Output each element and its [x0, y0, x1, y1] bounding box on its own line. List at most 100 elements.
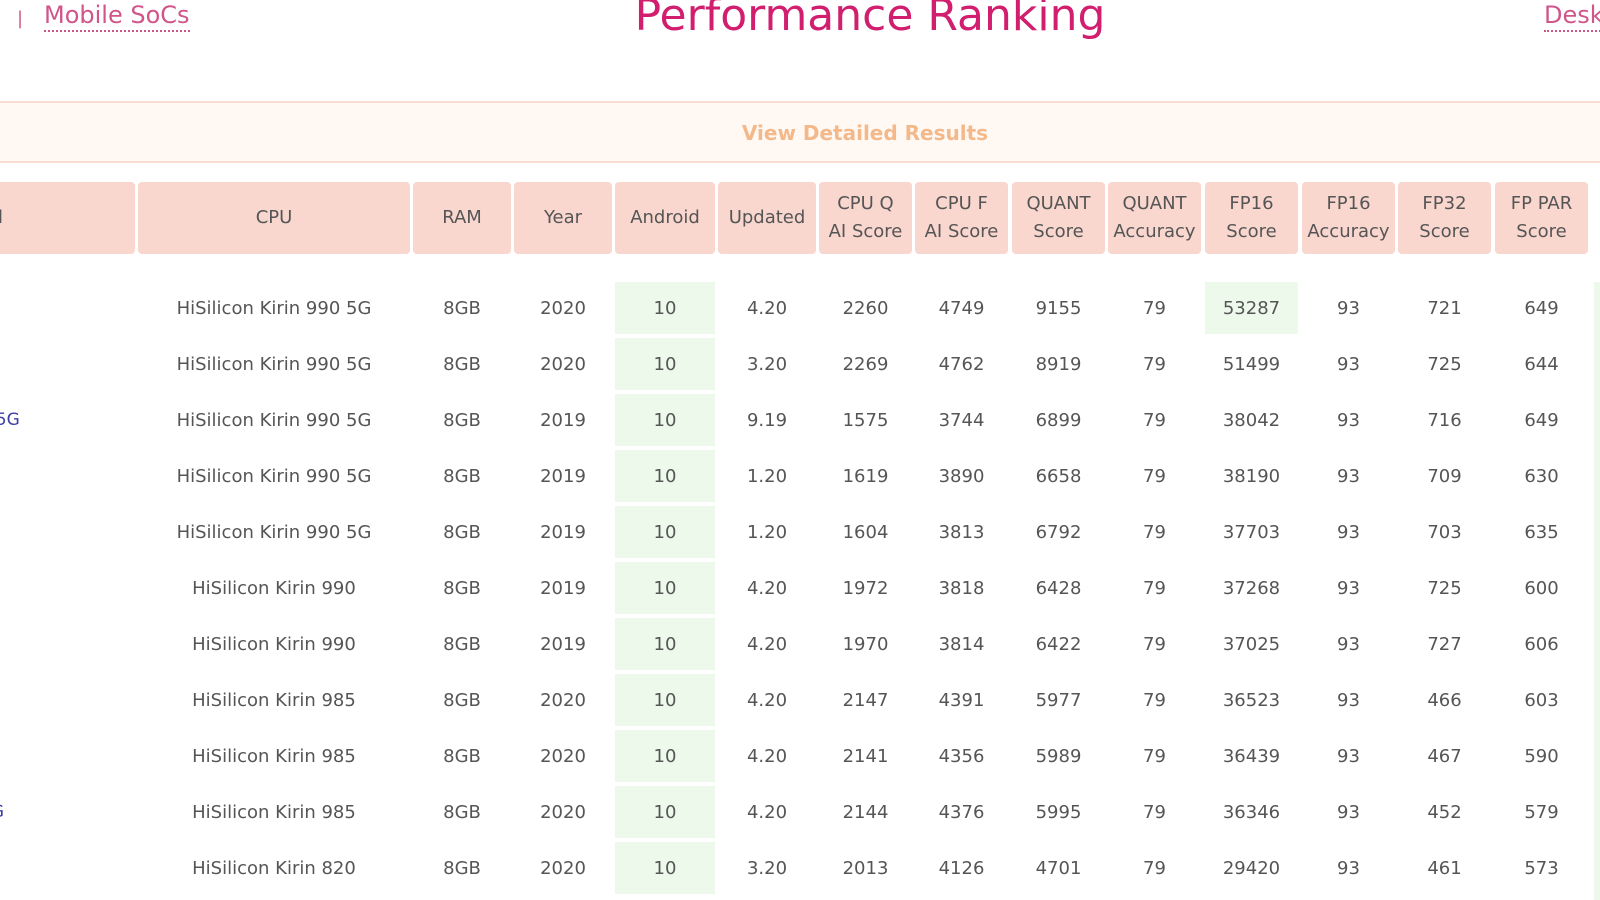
cell-updated: 4.20: [746, 689, 788, 711]
cell-year: 2020: [540, 353, 586, 375]
cell-cpu-f: 3744: [938, 409, 985, 431]
results-bar: View Detailed Results: [0, 101, 1600, 163]
table-row: HiSilicon Kirin 820 8GB 2020 10 3.20 2013 4126…: [0, 842, 1600, 898]
cell-fp16-score: 37703: [1222, 521, 1281, 543]
header-model[interactable]: l: [0, 182, 135, 254]
cell-quant-score: 6428: [1035, 577, 1082, 599]
cell-ram: 8GB: [443, 297, 481, 319]
cell-year: 2020: [540, 689, 586, 711]
header-label: Accuracy: [1113, 221, 1196, 242]
header-label: FP32: [1422, 193, 1467, 214]
cell-ram: 8GB: [443, 521, 481, 543]
header-fp-par-score[interactable]: FP PAR Score: [1495, 182, 1588, 254]
header-quant-score[interactable]: QUANT Score: [1012, 182, 1105, 254]
cell-fp-par: 600: [1524, 577, 1559, 599]
cell-fp16-score: 38042: [1222, 409, 1281, 431]
header-quant-accuracy[interactable]: QUANT Accuracy: [1108, 182, 1201, 254]
cell-cpu: HiSilicon Kirin 990 5G: [176, 521, 372, 543]
cell-updated: 1.20: [746, 521, 788, 543]
cell-model[interactable]: G: [0, 506, 60, 558]
cell-year: 2020: [540, 297, 586, 319]
cell-cpu: HiSilicon Kirin 990 5G: [176, 297, 372, 319]
header-fp16-accuracy[interactable]: FP16 Accuracy: [1302, 182, 1395, 254]
cell-ram: 8GB: [443, 745, 481, 767]
cell-model[interactable]: [0, 618, 60, 670]
header-fp32-score[interactable]: FP32 Score: [1398, 182, 1491, 254]
cell-model[interactable]: [0, 338, 60, 390]
cell-fp16-acc: 93: [1337, 353, 1360, 375]
table-row: HiSilicon Kirin 985 8GB 2020 10 4.20 2147 4391…: [0, 674, 1600, 730]
cell-fp32-score: 709: [1427, 465, 1462, 487]
cell-cpu-f: 4126: [938, 857, 985, 879]
table-row: HiSilicon Kirin 990 8GB 2019 10 4.20 1970 3814…: [0, 618, 1600, 674]
cell-cpu: HiSilicon Kirin 990 5G: [176, 409, 372, 431]
cell-cpu-f: 3890: [938, 465, 985, 487]
cell-ram: 8GB: [443, 353, 481, 375]
cell-quant-acc: 79: [1143, 297, 1166, 319]
cell-fp-par: 644: [1524, 353, 1559, 375]
table-row: 5G HiSilicon Kirin 985 8GB 2020 10 4.20 2144 43…: [0, 786, 1600, 842]
cell-cpu-f: 3813: [938, 521, 985, 543]
cell-fp16-score: 38190: [1222, 465, 1281, 487]
cell-model[interactable]: [0, 730, 60, 782]
cell-model[interactable]: o: [0, 562, 60, 614]
header-label: CPU Q: [837, 193, 894, 214]
cell-cpu-q: 2144: [842, 801, 889, 823]
header-cpu-q-ai-score[interactable]: CPU Q AI Score: [819, 182, 912, 254]
cell-cpu-q: 1972: [842, 577, 889, 599]
cell-cpu-q: 2013: [842, 857, 889, 879]
header-fp16-score[interactable]: FP16 Score: [1205, 182, 1298, 254]
cell-updated: 4.20: [746, 745, 788, 767]
cell-fp16-acc: 93: [1337, 689, 1360, 711]
cell-cpu-f: 4356: [938, 745, 985, 767]
cell-updated: 4.20: [746, 801, 788, 823]
cell-model[interactable]: [0, 450, 60, 502]
header-year[interactable]: Year: [514, 182, 612, 254]
header-android[interactable]: Android: [615, 182, 715, 254]
header-label: FP PAR: [1510, 193, 1573, 214]
cell-model[interactable]: [0, 282, 60, 334]
page-title: Performance Ranking: [634, 0, 1106, 41]
cell-fp32-score: 452: [1427, 801, 1462, 823]
cell-android: 10: [615, 562, 715, 614]
view-detailed-results-link[interactable]: View Detailed Results: [0, 121, 1600, 145]
cell-year: 2019: [540, 521, 586, 543]
cell-cpu: HiSilicon Kirin 820: [192, 857, 356, 879]
cell-ram: 8GB: [443, 801, 481, 823]
cell-cpu-q: 2147: [842, 689, 889, 711]
cell-fp-par: 649: [1524, 409, 1559, 431]
cell-android: 10: [615, 786, 715, 838]
cell-model[interactable]: [0, 842, 60, 894]
cell-ram: 8GB: [443, 465, 481, 487]
header-cpu[interactable]: CPU: [138, 182, 410, 254]
header-updated[interactable]: Updated: [718, 182, 816, 254]
cell-fp32-score: 467: [1427, 745, 1462, 767]
cell-android: 10: [615, 618, 715, 670]
cell-quant-acc: 79: [1143, 577, 1166, 599]
cell-updated: 1.20: [746, 465, 788, 487]
cell-fp-par: 603: [1524, 689, 1559, 711]
header-ram[interactable]: RAM: [413, 182, 511, 254]
cell-model[interactable]: [0, 674, 60, 726]
cell-quant-score: 5995: [1035, 801, 1082, 823]
cell-ram: 8GB: [443, 409, 481, 431]
cell-android: 10: [615, 730, 715, 782]
cell-updated: 3.20: [746, 857, 788, 879]
cell-fp16-score: 36346: [1222, 801, 1281, 823]
cell-updated: 9.19: [746, 409, 788, 431]
cell-fp16-acc: 93: [1337, 801, 1360, 823]
cell-fp-par: 606: [1524, 633, 1559, 655]
cell-android: 10: [615, 506, 715, 558]
cell-fp16-acc: 93: [1337, 577, 1360, 599]
header-label: Accuracy: [1307, 221, 1390, 242]
cell-quant-score: 6658: [1035, 465, 1082, 487]
cell-quant-score: 6792: [1035, 521, 1082, 543]
cell-fp16-acc: 93: [1337, 857, 1360, 879]
cell-model[interactable]: o 5G: [0, 394, 60, 446]
cell-cpu-f: 4391: [938, 689, 985, 711]
cell-fp16-acc: 93: [1337, 297, 1360, 319]
nav-link-desktop[interactable]: Desk: [1544, 0, 1600, 32]
cell-model[interactable]: 5G: [0, 786, 60, 838]
cell-ram: 8GB: [443, 633, 481, 655]
header-cpu-f-ai-score[interactable]: CPU F AI Score: [915, 182, 1008, 254]
